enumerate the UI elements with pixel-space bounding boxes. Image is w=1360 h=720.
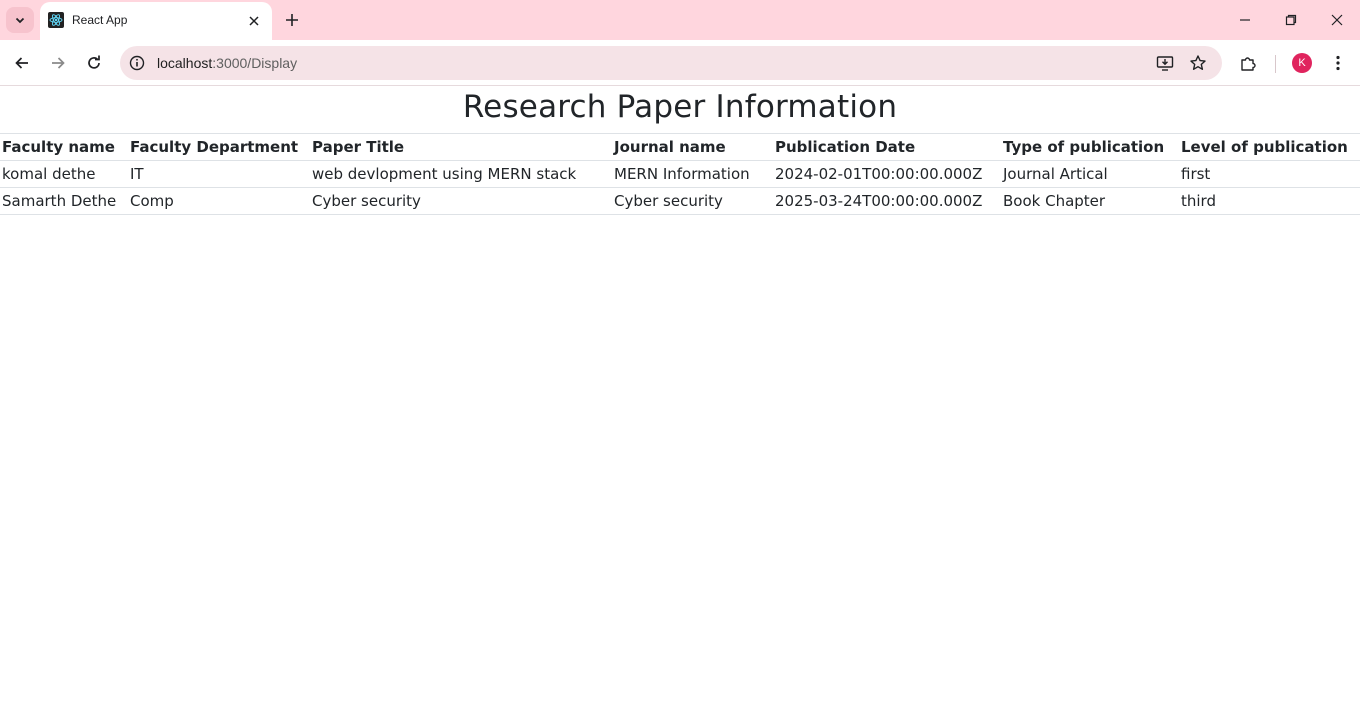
cell-faculty-name: komal dethe — [0, 160, 128, 188]
cell-paper-title: web devlopment using MERN stack — [310, 160, 612, 188]
table-row: Samarth Dethe Comp Cyber security Cyber … — [0, 187, 1360, 215]
arrow-right-icon[interactable] — [48, 53, 68, 73]
arrow-left-icon[interactable] — [12, 53, 32, 73]
tab-search-button[interactable] — [6, 7, 34, 33]
chevron-down-icon — [14, 14, 26, 26]
column-header-publication-date: Publication Date — [773, 133, 1001, 161]
cell-type-of-publication: Book Chapter — [1001, 187, 1179, 215]
cell-journal-name: MERN Information — [612, 160, 773, 188]
star-icon[interactable] — [1189, 54, 1207, 72]
cell-paper-title: Cyber security — [310, 187, 612, 215]
cell-type-of-publication: Journal Artical — [1001, 160, 1179, 188]
url-path: :3000/Display — [212, 55, 298, 71]
browser-toolbar: localhost:3000/Display K — [0, 40, 1360, 86]
cell-faculty-department: IT — [128, 160, 310, 188]
restore-icon[interactable] — [1281, 10, 1301, 30]
plus-icon[interactable] — [283, 11, 301, 29]
puzzle-icon[interactable] — [1238, 53, 1258, 73]
table-header-row: Faculty name Faculty Department Paper Ti… — [0, 133, 1360, 161]
info-icon[interactable] — [129, 55, 145, 71]
column-header-type-of-publication: Type of publication — [1001, 133, 1179, 161]
cell-level-of-publication: third — [1179, 187, 1360, 215]
reload-icon[interactable] — [84, 53, 104, 73]
cell-publication-date: 2024-02-01T00:00:00.000Z — [773, 160, 1001, 188]
column-header-journal-name: Journal name — [612, 133, 773, 161]
page-title: Research Paper Information — [462, 89, 898, 125]
cell-journal-name: Cyber security — [612, 187, 773, 215]
close-icon[interactable] — [246, 13, 262, 29]
tab-title: React App — [72, 13, 128, 27]
column-header-faculty-name: Faculty name — [0, 133, 128, 161]
install-icon[interactable] — [1156, 54, 1174, 72]
avatar[interactable]: K — [1292, 53, 1312, 73]
browser-titlebar: React App — [0, 0, 1360, 40]
cell-faculty-department: Comp — [128, 187, 310, 215]
url-text: localhost:3000/Display — [157, 55, 297, 71]
minimize-icon[interactable] — [1235, 10, 1255, 30]
address-bar[interactable]: localhost:3000/Display — [120, 46, 1222, 80]
react-logo-icon — [48, 12, 64, 28]
column-header-faculty-department: Faculty Department — [128, 133, 310, 161]
page-content: Research Paper Information Faculty name … — [0, 87, 1360, 720]
cell-faculty-name: Samarth Dethe — [0, 187, 128, 215]
cell-level-of-publication: first — [1179, 160, 1360, 188]
research-paper-table: Faculty name Faculty Department Paper Ti… — [0, 133, 1360, 215]
cell-publication-date: 2025-03-24T00:00:00.000Z — [773, 187, 1001, 215]
url-host: localhost — [157, 55, 213, 71]
column-header-level-of-publication: Level of publication — [1179, 133, 1360, 161]
toolbar-divider — [1275, 55, 1276, 73]
table-row: komal dethe IT web devlopment using MERN… — [0, 160, 1360, 188]
column-header-paper-title: Paper Title — [310, 133, 612, 161]
kebab-menu-icon[interactable] — [1328, 53, 1348, 73]
close-window-icon[interactable] — [1327, 10, 1347, 30]
browser-tab-active[interactable]: React App — [40, 2, 272, 40]
